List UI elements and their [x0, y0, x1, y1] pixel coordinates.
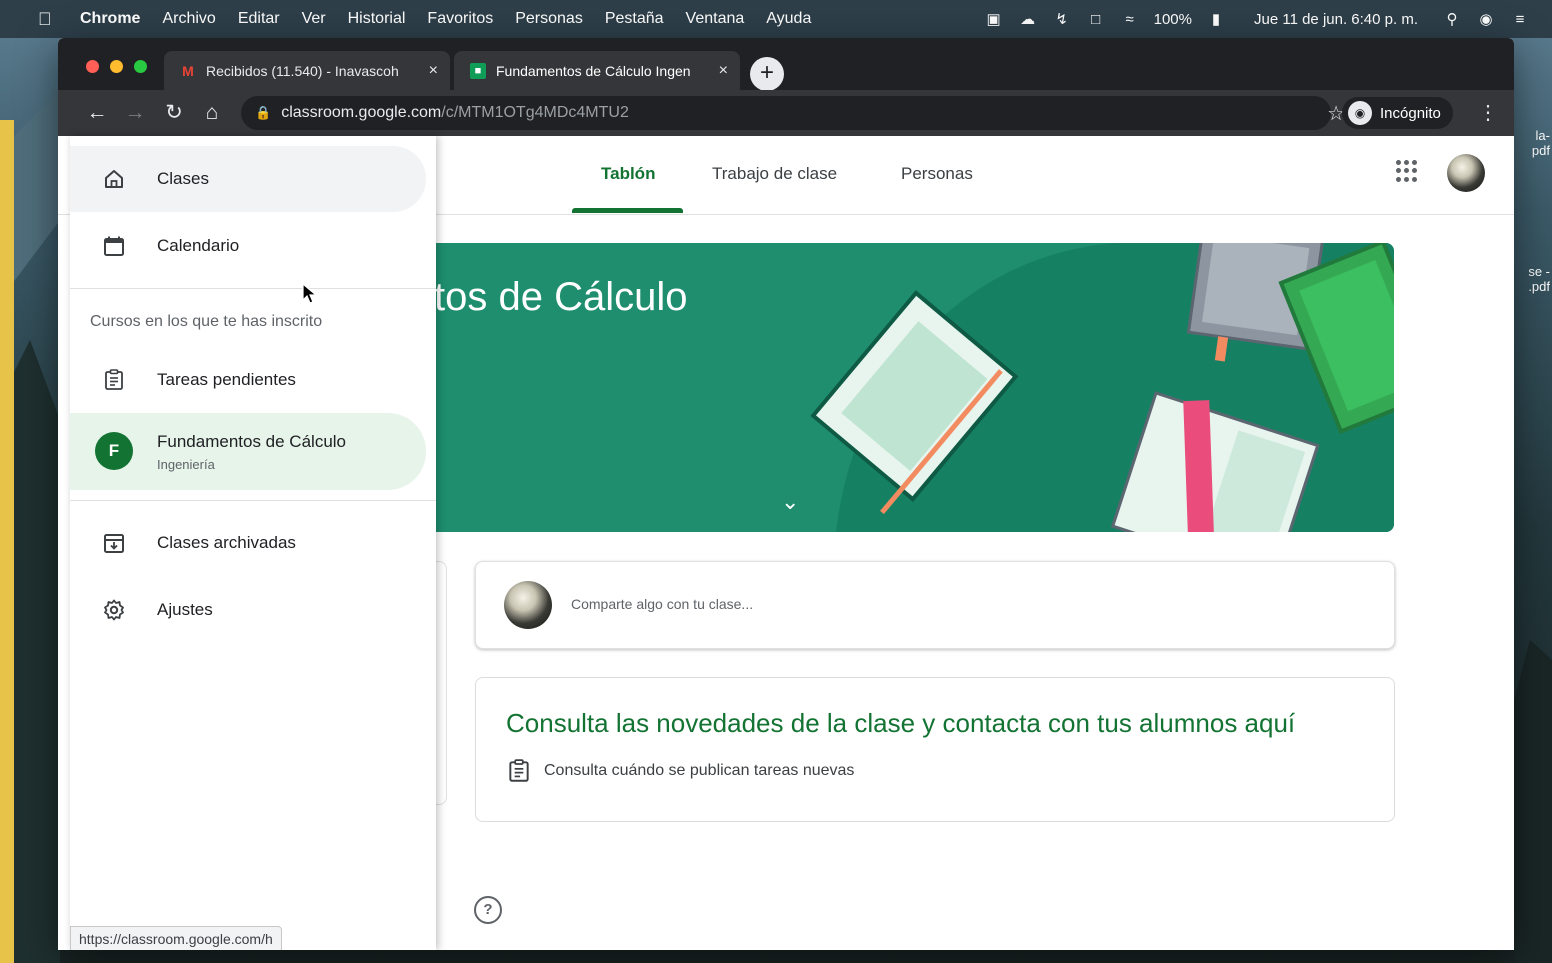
- classroom-page: Tablón Trabajo de clase Personas tos de …: [58, 136, 1514, 950]
- share-with-class-box[interactable]: Comparte algo con tu clase...: [475, 561, 1395, 649]
- archive-icon: [104, 534, 124, 553]
- siri-icon[interactable]: ◉: [1476, 10, 1496, 28]
- wifi-icon[interactable]: ≈: [1120, 11, 1140, 28]
- incognito-label: Incógnito: [1380, 104, 1441, 122]
- course-subtitle: Ingeniería: [157, 457, 215, 472]
- cloud-icon[interactable]: ☁: [1018, 10, 1038, 28]
- incognito-icon: ◉: [1348, 101, 1372, 125]
- gear-icon: [104, 599, 124, 621]
- lock-icon[interactable]: 🔒: [255, 105, 271, 121]
- calendar-icon: [104, 236, 124, 256]
- menu-editar[interactable]: Editar: [238, 10, 280, 28]
- close-tab-icon[interactable]: ×: [719, 62, 728, 80]
- back-arrow-icon[interactable]: ←: [82, 98, 112, 128]
- course-avatar: F: [95, 432, 133, 470]
- info-item: Consulta cuándo se publican tareas nueva…: [506, 758, 854, 784]
- status-bar-url: https://classroom.google.com/h: [70, 926, 282, 950]
- classroom-icon: ■: [470, 63, 486, 79]
- drawer-item-label: Calendario: [157, 236, 240, 255]
- user-avatar: [504, 581, 552, 629]
- desktop-yellow-strip: [0, 120, 14, 963]
- class-info-card: Consulta las novedades de la clase y con…: [475, 677, 1395, 822]
- new-tab-button[interactable]: +: [750, 57, 784, 91]
- tab-tablon[interactable]: Tablón: [601, 164, 655, 184]
- menu-personas[interactable]: Personas: [515, 10, 583, 28]
- enrolled-section-label: Cursos en los que te has inscrito: [90, 313, 323, 330]
- menu-ventana[interactable]: Ventana: [686, 10, 745, 28]
- account-avatar[interactable]: [1447, 154, 1485, 192]
- info-heading: Consulta las novedades de la clase y con…: [506, 708, 1296, 738]
- class-banner: tos de Cálculo ⌄: [416, 243, 1394, 532]
- address-bar[interactable]: 🔒 classroom.google.com /c/MTM1OTg4MDc4MT…: [241, 96, 1345, 130]
- assignment-icon: [105, 369, 123, 390]
- incognito-indicator[interactable]: ◉ Incógnito: [1342, 97, 1453, 129]
- assignment-icon: [509, 759, 529, 782]
- course-title: Fundamentos de Cálculo: [157, 432, 347, 451]
- gmail-icon: M: [182, 63, 194, 79]
- help-icon[interactable]: ?: [474, 896, 502, 924]
- menu-app-name[interactable]: Chrome: [80, 10, 140, 28]
- menu-archivo[interactable]: Archivo: [162, 10, 215, 28]
- browser-window: M Recibidos (11.540) - Inavascoh × ■ Fun…: [58, 38, 1514, 950]
- apple-icon[interactable]: : [38, 9, 60, 30]
- menu-ver[interactable]: Ver: [302, 10, 326, 28]
- url-host: classroom.google.com: [281, 104, 442, 121]
- drawer-item-label: Clases archivadas: [157, 533, 296, 552]
- tab-trabajo-de-clase[interactable]: Trabajo de clase: [712, 164, 837, 184]
- drawer-item-calendario[interactable]: Calendario: [70, 213, 426, 279]
- tab-label: Fundamentos de Cálculo Ingen: [496, 63, 691, 79]
- drawer-divider: [70, 288, 436, 289]
- notification-center-icon[interactable]: ≡: [1510, 11, 1530, 28]
- screen-share-icon[interactable]: ▣: [984, 10, 1004, 28]
- tab-gmail[interactable]: M Recibidos (11.540) - Inavascoh ×: [164, 51, 450, 91]
- info-item-label: Consulta cuándo se publican tareas nueva…: [544, 762, 855, 779]
- tab-label: Recibidos (11.540) - Inavascoh: [206, 63, 399, 79]
- tab-personas[interactable]: Personas: [901, 164, 973, 184]
- mouse-cursor-icon: [302, 283, 318, 304]
- active-tab-indicator: [572, 208, 683, 213]
- home-icon: [105, 170, 123, 188]
- drawer-item-tareas-pendientes[interactable]: Tareas pendientes: [70, 347, 426, 413]
- tab-classroom[interactable]: ■ Fundamentos de Cálculo Ingen ×: [454, 51, 740, 91]
- menu-pestana[interactable]: Pestaña: [605, 10, 664, 28]
- battery-percent[interactable]: 100%: [1154, 11, 1192, 28]
- menu-favoritos[interactable]: Favoritos: [427, 10, 493, 28]
- drawer-item-clases-archivadas[interactable]: Clases archivadas: [70, 510, 426, 576]
- google-apps-icon[interactable]: [1396, 160, 1418, 182]
- share-placeholder[interactable]: Comparte algo con tu clase...: [571, 596, 753, 612]
- browser-toolbar: ← → ↻ ⌂ 🔒 classroom.google.com /c/MTM1OT…: [58, 90, 1514, 136]
- maximize-window-button[interactable]: [134, 60, 147, 73]
- drawer-item-label: Clases: [157, 169, 209, 188]
- drawer-item-clases[interactable]: Clases: [70, 146, 426, 212]
- close-tab-icon[interactable]: ×: [429, 62, 438, 80]
- drawer-divider: [70, 500, 436, 501]
- forward-arrow-icon[interactable]: →: [120, 98, 150, 128]
- battery-icon[interactable]: ▮: [1206, 10, 1226, 28]
- drawer-item-course-fundamentos[interactable]: F Fundamentos de Cálculo Ingeniería: [70, 413, 426, 490]
- navigation-drawer: Clases Calendario Cursos en los que te h…: [70, 136, 436, 950]
- spotlight-search-icon[interactable]: ⚲: [1442, 10, 1462, 28]
- menu-ayuda[interactable]: Ayuda: [766, 10, 811, 28]
- url-path: /c/MTM1OTg4MDc4MTU2: [441, 104, 629, 121]
- tab-strip: M Recibidos (11.540) - Inavascoh × ■ Fun…: [58, 38, 1514, 91]
- menubar-status-area: ▣ ☁ ↯ □ ≈ 100% ▮ Jue 11 de jun. 6:40 p. …: [984, 0, 1530, 38]
- class-title: tos de Cálculo: [434, 275, 688, 319]
- home-icon[interactable]: ⌂: [197, 98, 227, 128]
- minimize-window-button[interactable]: [110, 60, 123, 73]
- drawer-item-ajustes[interactable]: Ajustes: [70, 577, 426, 643]
- menu-historial[interactable]: Historial: [348, 10, 406, 28]
- display-icon[interactable]: □: [1086, 11, 1106, 28]
- clock[interactable]: Jue 11 de jun. 6:40 p. m.: [1254, 11, 1418, 28]
- drawer-item-label: Tareas pendientes: [157, 370, 296, 389]
- reload-icon[interactable]: ↻: [159, 98, 189, 128]
- chevron-down-icon[interactable]: ⌄: [781, 489, 799, 515]
- close-window-button[interactable]: [86, 60, 99, 73]
- lightning-icon[interactable]: ↯: [1052, 10, 1072, 28]
- chrome-menu-icon[interactable]: ⋮: [1478, 100, 1498, 125]
- macos-menu-bar:  Chrome Archivo Editar Ver Historial Fa…: [0, 0, 1552, 38]
- desktop-file-label[interactable]: se - .pdf: [1516, 264, 1550, 294]
- drawer-item-label: Ajustes: [157, 600, 213, 619]
- desktop-file-label[interactable]: la-pdf: [1516, 128, 1550, 158]
